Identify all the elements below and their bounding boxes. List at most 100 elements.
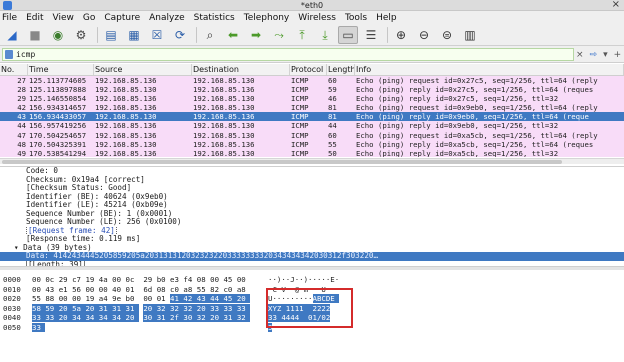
resize-columns-icon[interactable]: ▥ [460,26,480,44]
packet-cell-proto: ICMP [291,85,309,95]
autoscroll-icon[interactable]: ▭ [338,26,358,44]
packet-cell-dst: 192.168.85.130 [193,121,255,131]
packet-cell-dst: 192.168.85.136 [193,112,255,122]
shark-fin-icon[interactable]: ◢ [2,26,22,44]
menu-view[interactable]: View [53,11,74,25]
menu-tools[interactable]: Tools [345,11,367,25]
column-protocol[interactable]: Protocol [290,64,327,75]
packet-row[interactable]: 47 170.504254657 192.168.85.136 192.168.85.… [0,130,624,140]
packet-cell-proto: ICMP [291,103,309,113]
column-length[interactable]: Length [327,64,355,75]
detail-line[interactable]: [Request frame: 42] [0,226,624,235]
detail-line[interactable]: Data: 4142434445205859205a20313131203232… [0,252,624,261]
stop-icon[interactable]: ■ [25,26,45,44]
detail-line[interactable]: Sequence Number (BE): 1 (0x0001) [0,210,624,219]
byte-offset: 0040 [3,313,21,323]
filter-buttons: × ⇨ ▾ + [576,48,624,61]
detail-line[interactable]: Identifier (BE): 40624 (0x9eb0) [0,193,624,202]
detail-line[interactable]: ▾ Data (39 bytes) [0,244,624,253]
detail-lines: Code: 0 Checksum: 0x19a4 [correct] [Checks… [0,167,624,266]
detail-line[interactable]: [Checksum Status: Good] [0,184,624,193]
column-destination[interactable]: Destination [192,64,290,75]
detail-line[interactable]: Checksum: 0x19a4 [correct] [0,176,624,185]
menu-analyze[interactable]: Analyze [149,11,184,25]
options-icon[interactable]: ⚙ [71,26,91,44]
column-info[interactable]: Info [355,64,624,75]
detail-line[interactable]: Identifier (LE): 45214 (0xb09e) [0,201,624,210]
detail-line[interactable]: Code: 0 [0,167,624,176]
byte-ascii[interactable]: ··)··J··)·····E· [268,275,348,284]
back-arrow-icon[interactable]: ⬅ [223,26,243,44]
restart-icon[interactable]: ◉ [48,26,68,44]
byte-offset: 0030 [3,303,21,313]
packet-row[interactable]: 27 125.113774605 192.168.85.136 192.168.85.… [0,76,624,86]
packet-cell-info: Echo (ping) reply id=0x9eb0, seq=1/256, … [356,112,589,122]
clear-filter-icon[interactable]: × [576,50,584,60]
zoom-reset-icon[interactable]: ⊜ [437,26,457,44]
menu-capture[interactable]: Capture [104,11,140,25]
menu-file[interactable]: File [2,11,17,25]
column-source[interactable]: Source [94,64,192,75]
packet-details-pane: Code: 0 Checksum: 0x19a4 [correct] [Checks… [0,166,624,266]
packet-row[interactable]: 43 156.934433057 192.168.85.130 192.168.85.… [0,112,624,122]
bookmark-icon[interactable] [5,50,13,59]
go-to-packet-icon[interactable]: ⤳ [269,26,289,44]
menu-statistics[interactable]: Statistics [194,11,235,25]
menu-wireless[interactable]: Wireless [298,11,336,25]
zoom-out-icon[interactable]: ⊖ [414,26,434,44]
open-file-icon[interactable]: ▤ [101,26,121,44]
packet-cell-len: 55 [328,139,337,149]
packet-cell-dst: 192.168.85.136 [193,85,255,95]
display-filter-input[interactable]: icmp [2,48,574,61]
detail-line[interactable]: Sequence Number (LE): 256 (0x0100) [0,218,624,227]
menu-edit[interactable]: Edit [26,11,43,25]
column-no[interactable]: No. [0,64,28,75]
menu-go[interactable]: Go [83,11,95,25]
byte-hex[interactable]: 00 0c 29 c7 19 4a 00 0c 29 b0 e3 f4 08 0… [32,275,264,284]
packet-cell-time: 170.538541294 [29,148,87,157]
packet-cell-proto: ICMP [291,112,309,122]
packet-cell-proto: ICMP [291,139,309,149]
menu-telephony[interactable]: Telephony [244,11,290,25]
forward-arrow-icon[interactable]: ➡ [246,26,266,44]
detail-line[interactable]: [Response time: 0.119 ms] [0,235,624,244]
packet-cell-no: 43 [17,112,26,122]
packet-row[interactable]: 49 170.538541294 192.168.85.136 192.168.85.… [0,148,624,157]
column-time[interactable]: Time [28,64,94,75]
packet-list-scrollbar[interactable] [0,158,624,164]
packet-row[interactable]: 44 156.957419256 192.168.85.136 192.168.85.… [0,121,624,131]
packet-row[interactable]: 42 156.934314657 192.168.85.136 192.168.85.… [0,103,624,113]
recent-filters-icon[interactable]: ▾ [603,50,608,60]
zoom-in-icon[interactable]: ⊕ [391,26,411,44]
close-file-icon[interactable]: ☒ [147,26,167,44]
reload-icon[interactable]: ⟳ [170,26,190,44]
apply-filter-icon[interactable]: ⇨ [590,50,598,60]
close-window-icon[interactable]: × [612,0,620,10]
packet-cell-info: Echo (ping) reply id=0x9eb0, seq=1/256, … [356,121,559,131]
packet-row[interactable]: 29 125.146550854 192.168.85.136 192.168.85.… [0,94,624,104]
detail-link[interactable]: [Request frame: 42] [26,226,117,235]
find-icon[interactable]: ⌕ [200,26,220,44]
byte-hex[interactable]: 00 43 e1 56 00 00 40 01 6d 08 c0 a8 55 8… [32,285,264,294]
packet-cell-len: 81 [328,103,337,113]
add-filter-button-icon[interactable]: + [614,50,622,60]
byte-hex[interactable]: 33 [32,323,264,332]
toolbar-separator [387,27,388,43]
pane-splitter[interactable] [0,266,624,270]
byte-hex[interactable]: 33 33 20 34 34 34 34 20 30 31 2f 30 32 2… [32,313,264,323]
packet-row[interactable]: 28 125.113897888 192.168.85.130 192.168.85.… [0,85,624,95]
byte-hex[interactable]: 58 59 20 5a 20 31 31 31 20 32 32 32 20 3… [32,303,264,313]
menu-bar: File Edit View Go Capture Analyze Statis… [0,11,624,25]
save-file-icon[interactable]: ▦ [124,26,144,44]
first-packet-icon[interactable]: ⤒ [292,26,312,44]
menu-help[interactable]: Help [376,11,397,25]
main-toolbar: ◢ ■ ◉ ⚙ ▤ ▦ ☒ ⟳ ⌕ ⬅ ➡ ⤳ ⤒ ⤓ ▭ ☰ ⊕ ⊖ ⊜ ▥ [0,25,624,46]
packet-cell-len: 50 [328,148,337,157]
last-packet-icon[interactable]: ⤓ [315,26,335,44]
byte-hex[interactable]: 55 88 00 00 19 a4 9e b0 00 01 41 42 43 4… [32,294,264,304]
colorize-icon[interactable]: ☰ [361,26,381,44]
packet-row[interactable]: 48 170.504325391 192.168.85.130 192.168.85.… [0,139,624,149]
packet-cell-dst: 192.168.85.136 [193,139,255,149]
byte-offset: 0000 [3,275,21,284]
scrollbar-thumb[interactable] [2,160,562,164]
